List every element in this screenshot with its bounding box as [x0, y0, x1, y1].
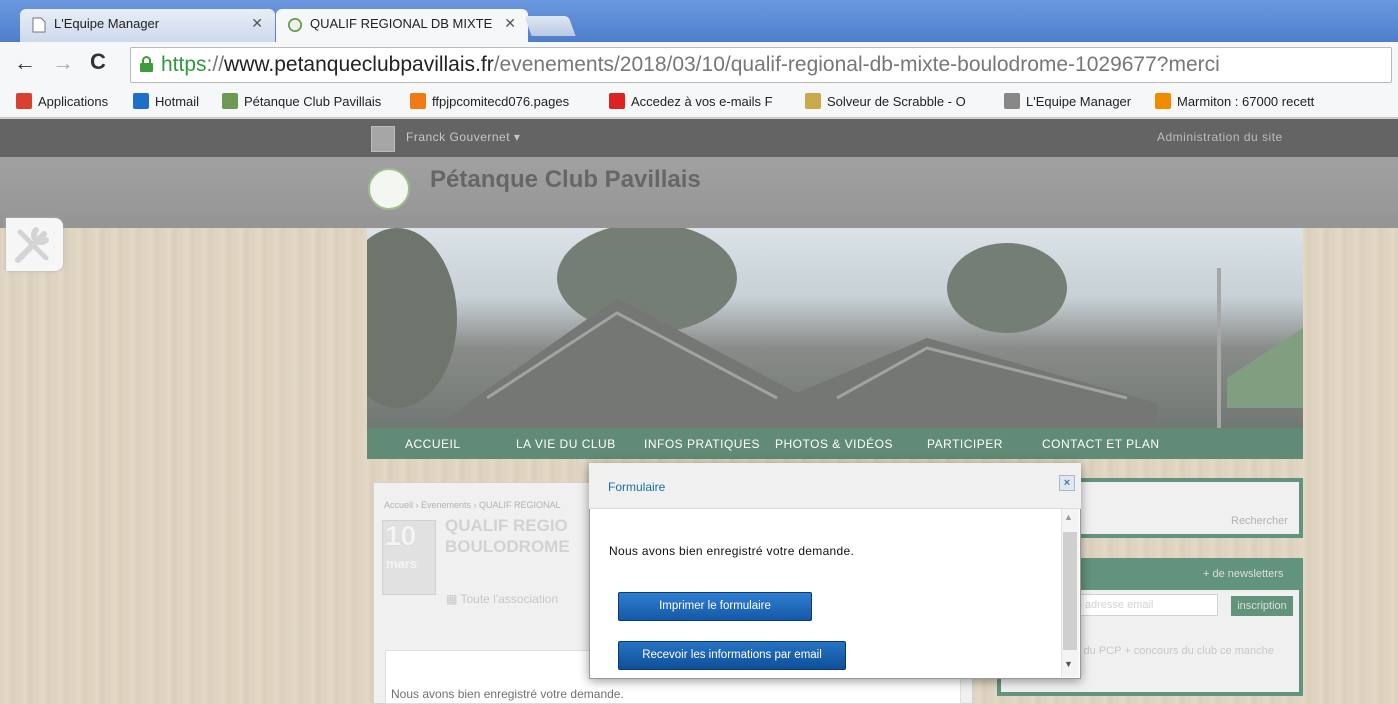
scroll-up-icon[interactable]: ▲ — [1064, 512, 1073, 522]
marmiton-icon — [1155, 93, 1171, 109]
new-tab-button[interactable] — [524, 16, 576, 36]
apps-grid-icon — [16, 93, 32, 109]
bookmark-page[interactable]: L'Equipe Manager — [1004, 93, 1131, 109]
forward-arrow-icon[interactable]: → — [52, 50, 74, 76]
bookmark-label: L'Equipe Manager — [1026, 93, 1132, 109]
bookmark-label: Marmiton : 67000 recett — [1177, 93, 1315, 109]
bookmark-outlook[interactable]: Hotmail — [133, 93, 199, 109]
bookmark-club-logo[interactable]: Pétanque Club Pavillais — [222, 93, 381, 109]
bookmark-apps-grid[interactable]: Applications — [16, 93, 108, 109]
print-form-button[interactable]: Imprimer le formulaire — [618, 592, 812, 621]
url-separator: :// — [206, 53, 225, 76]
modal-title: Formulaire — [608, 480, 666, 494]
url-scheme: https — [161, 53, 207, 76]
lock-icon — [140, 56, 153, 72]
club-logo-icon — [288, 18, 302, 32]
mail-icon — [609, 93, 625, 109]
tab-equipe-manager[interactable]: L'Equipe Manager ✕ — [20, 9, 275, 42]
bookmark-pages[interactable]: ffpjpcomitecd076.pages — [410, 93, 569, 109]
bookmark-label: Hotmail — [155, 93, 200, 109]
url-host: www.petanqueclubpavillais.fr — [224, 53, 494, 76]
page-icon — [1004, 93, 1020, 109]
bookmark-label: ffpjpcomitecd076.pages — [432, 93, 570, 109]
scrabble-icon — [805, 93, 821, 109]
scroll-down-icon[interactable]: ▼ — [1064, 659, 1073, 669]
bookmark-label: Applications — [38, 93, 109, 109]
address-bar[interactable]: https://www.petanqueclubpavillais.fr/eve… — [130, 47, 1392, 83]
tab-label: L'Equipe Manager — [54, 16, 160, 31]
tab-close-icon[interactable]: ✕ — [251, 15, 263, 32]
url-path: /evenements/2018/03/10/qualif-regional-d… — [493, 53, 1220, 76]
close-icon[interactable]: × — [1059, 475, 1075, 491]
back-arrow-icon[interactable]: ← — [14, 50, 36, 76]
tab-qualif-regional[interactable]: QUALIF REGIONAL DB MIXTE ✕ — [276, 9, 528, 42]
outlook-icon — [133, 93, 149, 109]
page-icon — [32, 17, 46, 33]
bookmark-mail[interactable]: Accedez à vos e-mails F — [609, 93, 773, 109]
bookmark-scrabble[interactable]: Solveur de Scrabble - O — [805, 93, 966, 109]
modal-scrollbar-thumb[interactable] — [1063, 532, 1077, 650]
bookmark-marmiton[interactable]: Marmiton : 67000 recett — [1155, 93, 1314, 109]
url-text: https://www.petanqueclubpavillais.fr/eve… — [161, 53, 1220, 77]
club-logo-icon — [222, 93, 238, 109]
bookmark-label: Accedez à vos e-mails F — [631, 93, 773, 109]
email-info-button[interactable]: Recevoir les informations par email — [618, 641, 846, 670]
tab-close-icon[interactable]: ✕ — [504, 15, 516, 32]
bookmark-label: Solveur de Scrabble - O — [827, 93, 966, 109]
pages-icon — [410, 93, 426, 109]
modal-message: Nous avons bien enregistré votre demande… — [609, 544, 855, 558]
tab-label: QUALIF REGIONAL DB MIXTE — [310, 16, 493, 31]
bookmark-label: Pétanque Club Pavillais — [244, 93, 382, 109]
reload-icon[interactable]: C — [90, 49, 106, 75]
